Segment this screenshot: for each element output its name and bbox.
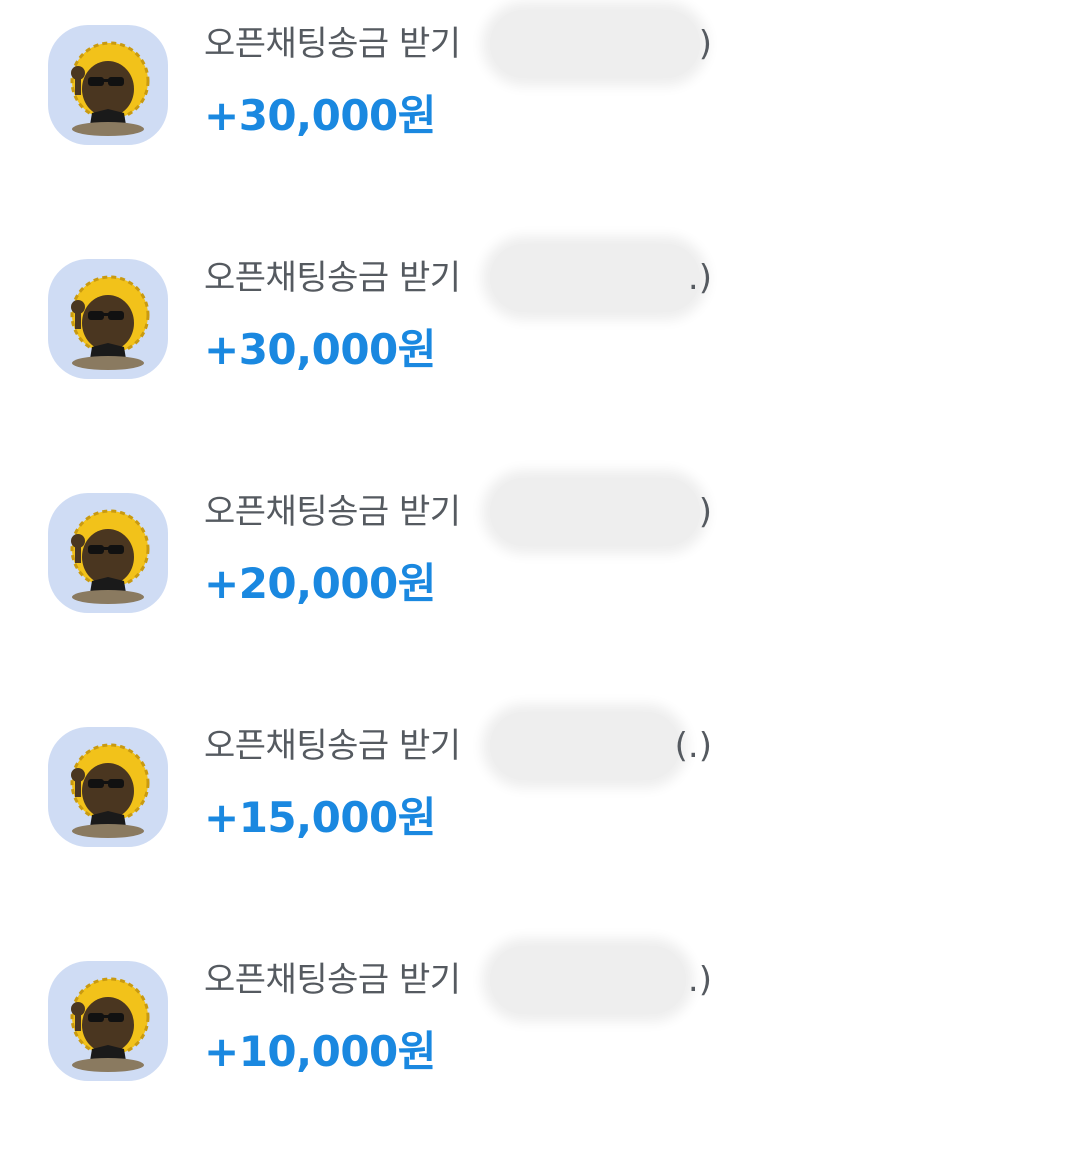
character-avatar-icon bbox=[48, 727, 168, 847]
sender-name-redacted: ) bbox=[486, 10, 716, 78]
transaction-amount: +15,000원 bbox=[204, 793, 436, 842]
redaction-blur bbox=[490, 946, 686, 1014]
redaction-blur bbox=[490, 712, 680, 780]
transaction-amount: +30,000원 bbox=[204, 91, 436, 140]
sender-name-suffix: .) bbox=[687, 960, 712, 1000]
sender-name-redacted: (.) bbox=[486, 712, 716, 780]
sender-name-suffix: (.) bbox=[674, 726, 712, 766]
transaction-row[interactable]: 오픈채팅송금 받기 (.) +15,000원 bbox=[0, 702, 1080, 847]
redaction-blur bbox=[490, 244, 700, 312]
transaction-title: 오픈채팅송금 받기 bbox=[204, 492, 461, 532]
transaction-title: 오픈채팅송금 받기 bbox=[204, 726, 461, 766]
sender-name-suffix: ) bbox=[698, 492, 712, 532]
sender-name-suffix: ) bbox=[698, 24, 712, 64]
sender-name-suffix: .) bbox=[687, 258, 712, 298]
transaction-amount: +10,000원 bbox=[204, 1027, 436, 1076]
sender-name-redacted: .) bbox=[486, 946, 716, 1014]
transaction-title: 오픈채팅송금 받기 bbox=[204, 24, 461, 64]
character-avatar-icon bbox=[48, 493, 168, 613]
redaction-blur bbox=[490, 478, 700, 546]
redaction-blur bbox=[490, 10, 700, 78]
transaction-row[interactable]: 오픈채팅송금 받기 .) +30,000원 bbox=[0, 234, 1080, 379]
transaction-row[interactable]: 오픈채팅송금 받기 ) +20,000원 bbox=[0, 468, 1080, 613]
transaction-amount: +30,000원 bbox=[204, 325, 436, 374]
sender-name-redacted: ) bbox=[486, 478, 716, 546]
transaction-row[interactable]: 오픈채팅송금 받기 ) +30,000원 bbox=[0, 0, 1080, 145]
character-avatar-icon bbox=[48, 961, 168, 1081]
character-avatar-icon bbox=[48, 259, 168, 379]
transaction-row[interactable]: 오픈채팅송금 받기 .) +10,000원 bbox=[0, 936, 1080, 1081]
transaction-title: 오픈채팅송금 받기 bbox=[204, 258, 461, 298]
transaction-title: 오픈채팅송금 받기 bbox=[204, 960, 461, 1000]
sender-name-redacted: .) bbox=[486, 244, 716, 312]
character-avatar-icon bbox=[48, 25, 168, 145]
transaction-amount: +20,000원 bbox=[204, 559, 436, 608]
